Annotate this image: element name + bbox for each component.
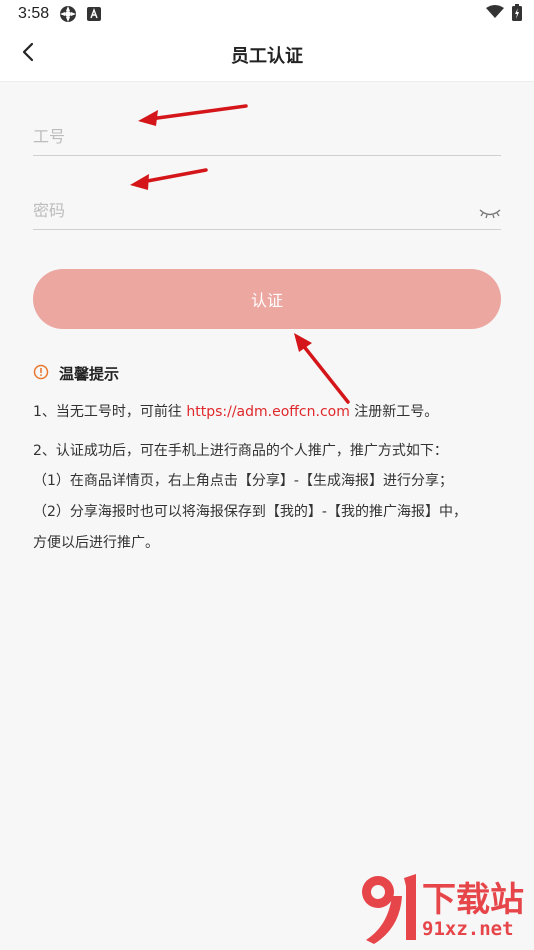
status-time: 3:58 bbox=[18, 5, 50, 22]
employee-id-field-container bbox=[33, 110, 501, 156]
watermark-text-main: 下载站 bbox=[422, 880, 524, 920]
employee-id-input[interactable] bbox=[33, 110, 501, 155]
tip-line-1-suffix: 注册新工号。 bbox=[349, 404, 439, 420]
tips-title: 温馨提示 bbox=[59, 365, 120, 383]
watermark-logo: 下载站 91xz.net bbox=[358, 870, 528, 946]
tip-line-4: （2）分享海报时也可以将海报保存到【我的】-【我的推广海报】中， bbox=[33, 504, 467, 520]
tip-line-3: （1）在商品详情页，右上角点击【分享】-【生成海报】进行分享； bbox=[33, 473, 453, 489]
verify-button[interactable]: 认证 bbox=[33, 269, 501, 329]
wifi-icon bbox=[486, 5, 504, 23]
page-title: 员工认证 bbox=[231, 45, 303, 67]
back-button[interactable] bbox=[10, 36, 46, 72]
register-link[interactable]: https://adm.eoffcn.com bbox=[186, 404, 349, 420]
annotation-arrow-verify bbox=[294, 333, 350, 404]
tip-line-2: 2、认证成功后，可在手机上进行商品的个人推广，推广方式如下： bbox=[33, 443, 448, 459]
password-input[interactable] bbox=[33, 184, 501, 229]
watermark-91-icon bbox=[362, 874, 416, 944]
status-bar: 3:58 bbox=[0, 0, 534, 28]
tips-header: 温馨提示 bbox=[33, 363, 119, 384]
nav-bar: 员工认证 bbox=[0, 28, 534, 82]
eye-closed-icon[interactable] bbox=[479, 206, 501, 220]
font-a-icon bbox=[87, 7, 102, 21]
tip-line-1: 1、当无工号时，可前往 https://adm.eoffcn.com 注册新工号… bbox=[33, 402, 503, 422]
chevron-left-icon bbox=[21, 42, 35, 66]
battery-icon bbox=[512, 3, 522, 25]
info-circle-icon bbox=[33, 364, 49, 384]
password-field-container bbox=[33, 184, 501, 230]
tip-line-1-prefix: 1、当无工号时，可前往 bbox=[33, 404, 187, 420]
settings-icon bbox=[59, 5, 77, 23]
tip-line-5: 方便以后进行推广。 bbox=[33, 535, 159, 551]
watermark-text-sub: 91xz.net bbox=[422, 918, 514, 940]
